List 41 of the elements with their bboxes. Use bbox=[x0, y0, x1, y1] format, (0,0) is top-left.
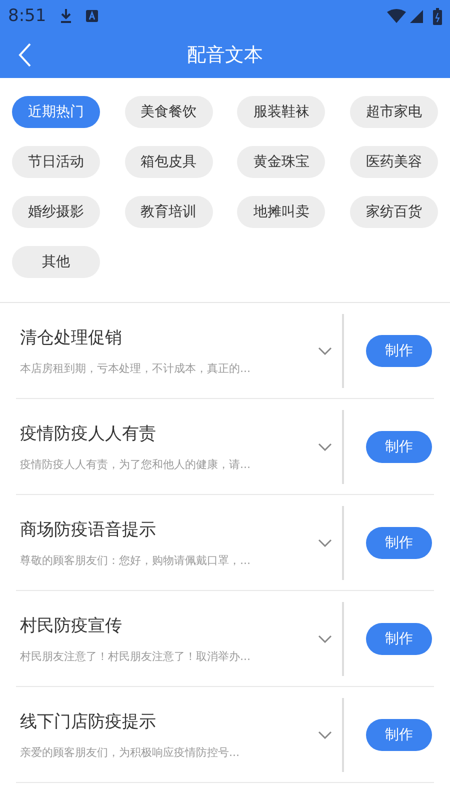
script-preview: 尊敬的顾客朋友们：您好，购物请佩戴口罩，... bbox=[20, 552, 252, 568]
category-chip[interactable]: 黄金珠宝 bbox=[237, 146, 326, 178]
chevron-down-icon[interactable] bbox=[318, 346, 332, 354]
battery-icon bbox=[433, 8, 442, 24]
category-chip[interactable]: 近期热门 bbox=[12, 96, 100, 128]
make-button[interactable]: 制作 bbox=[366, 622, 432, 654]
page-title: 配音文本 bbox=[187, 43, 263, 68]
category-chip[interactable]: 教育培训 bbox=[124, 196, 213, 228]
make-button[interactable]: 制作 bbox=[366, 718, 432, 750]
category-chip[interactable]: 超市家电 bbox=[350, 96, 438, 128]
chevron-down-icon[interactable] bbox=[318, 730, 332, 738]
signal-icon bbox=[410, 10, 423, 22]
chevron-down-icon[interactable] bbox=[318, 442, 332, 450]
make-button[interactable]: 制作 bbox=[366, 430, 432, 462]
make-button[interactable]: 制作 bbox=[366, 526, 432, 558]
category-chip[interactable]: 其他 bbox=[12, 246, 100, 278]
script-title: 清仓处理促销 bbox=[20, 326, 123, 348]
script-title: 线下门店防疫提示 bbox=[20, 710, 157, 732]
category-chip[interactable]: 医药美容 bbox=[350, 146, 438, 178]
category-chip[interactable]: 箱包皮具 bbox=[124, 146, 213, 178]
script-preview: 亲爱的顾客朋友们，为积极响应疫情防控号... bbox=[20, 744, 240, 760]
category-chip[interactable]: 服装鞋袜 bbox=[237, 96, 326, 128]
script-title: 村民防疫宣传 bbox=[20, 614, 123, 636]
script-title: 商场防疫语音提示 bbox=[20, 518, 157, 540]
category-chip[interactable]: 家纺百货 bbox=[350, 196, 438, 228]
status-time: 8:51 bbox=[8, 6, 46, 26]
category-chip[interactable]: 地摊叫卖 bbox=[237, 196, 326, 228]
category-chip[interactable]: 美食餐饮 bbox=[124, 96, 213, 128]
download-icon bbox=[60, 8, 72, 24]
category-chip[interactable]: 婚纱摄影 bbox=[12, 196, 100, 228]
wifi-icon bbox=[387, 9, 406, 23]
back-icon bbox=[18, 43, 32, 67]
make-button[interactable]: 制作 bbox=[366, 334, 432, 366]
app-icon bbox=[86, 10, 98, 22]
script-title: 疫情防疫人人有责 bbox=[20, 422, 157, 444]
script-preview: 村民朋友注意了！村民朋友注意了！取消举办... bbox=[20, 648, 252, 664]
script-preview: 疫情防疫人人有责，为了您和他人的健康，请... bbox=[20, 456, 252, 472]
category-chip[interactable]: 节日活动 bbox=[12, 146, 100, 178]
chevron-down-icon[interactable] bbox=[318, 538, 332, 546]
script-preview: 本店房租到期，亏本处理，不计成本，真正的... bbox=[20, 360, 252, 376]
chevron-down-icon[interactable] bbox=[318, 634, 332, 642]
